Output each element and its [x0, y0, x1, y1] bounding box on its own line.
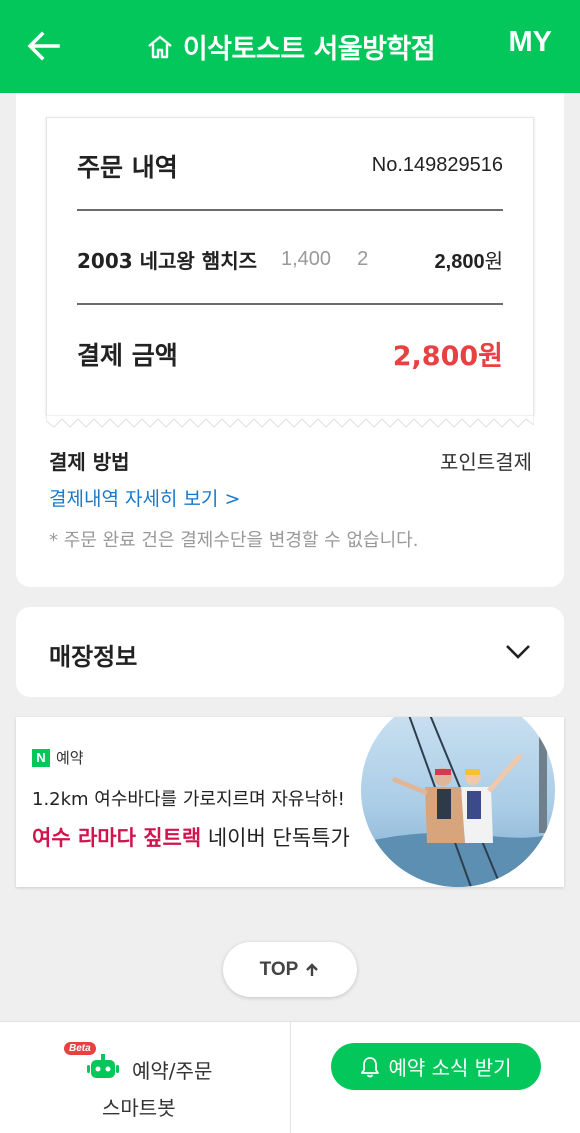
item-quantity: 2 [357, 247, 369, 270]
item-amount-value: 2,800 [434, 250, 485, 273]
scroll-top-label: TOP [259, 958, 299, 980]
ad-subheadline: 여수 라마다 짚트랙 네이버 단독특가 [32, 822, 350, 852]
payment-method-value: 포인트결제 [440, 450, 532, 474]
store-name: 이삭토스트 서울방학점 [182, 34, 436, 65]
home-icon [148, 35, 172, 58]
order-number: No.149829516 [371, 154, 503, 176]
scroll-top-button[interactable]: TOP [223, 942, 357, 997]
ad-badge-label: 예약 [56, 749, 84, 767]
divider [77, 303, 503, 305]
total-label: 결제 금액 [77, 341, 178, 370]
page-title: 이삭토스트 서울방학점 [0, 0, 580, 93]
bell-icon [361, 1056, 380, 1077]
app-header: 이삭토스트 서울방학점 MY [0, 0, 580, 93]
divider [77, 209, 503, 211]
item-amount-currency: 원 [484, 248, 503, 273]
ad-headline: 1.2km 여수바다를 가로지르며 자유낙하! [32, 789, 345, 810]
ad-highlight: 여수 라마다 짚트랙 [32, 826, 202, 850]
ad-badge: N 예약 [32, 747, 84, 768]
chevron-down-icon [506, 645, 530, 659]
receipt: 주문 내역 No.149829516 2003 네고왕 햄치즈 1,400 2 … [46, 117, 534, 428]
order-item-row: 2003 네고왕 햄치즈 1,400 2 2,800원 [77, 244, 503, 274]
reservation-notify-button[interactable]: 예약 소식 받기 [331, 1043, 541, 1090]
payment-note: * 주문 완료 건은 결제수단을 변경할 수 없습니다. [49, 530, 419, 551]
item-amount: 2,800원 [435, 245, 503, 274]
ad-highlight-rest: 네이버 단독특가 [201, 826, 350, 850]
payment-detail-link[interactable]: 결제내역 자세히 보기 > [49, 484, 240, 511]
footer-divider [290, 1022, 291, 1133]
notify-label: 예약 소식 받기 [388, 1056, 512, 1080]
total-amount: 2,800원 [392, 341, 503, 372]
arrow-up-icon [306, 962, 319, 976]
bottom-bar: Beta 예약/주문 스마트봇 예약 소식 받기 [0, 1021, 580, 1133]
store-info-title: 매장정보 [49, 643, 138, 671]
item-name: 2003 네고왕 햄치즈 [77, 248, 257, 273]
receipt-zigzag-edge [46, 415, 534, 428]
my-button[interactable]: MY [509, 26, 553, 59]
store-info-accordion[interactable]: 매장정보 [16, 607, 564, 697]
smart-bot-label-2[interactable]: 스마트봇 [102, 1092, 176, 1121]
smart-bot-label-1[interactable]: 예약/주문 [132, 1055, 212, 1084]
item-unit-price: 1,400 [281, 247, 332, 270]
ad-photo [361, 717, 555, 887]
ad-banner[interactable]: N 예약 1.2km 여수바다를 가로지르며 자유낙하! 여수 라마다 짚트랙 … [16, 717, 564, 887]
smart-bot-icon[interactable] [86, 1050, 120, 1084]
receipt-title: 주문 내역 [77, 153, 178, 182]
naver-logo-icon: N [32, 748, 50, 767]
payment-method-label: 결제 방법 [49, 450, 130, 474]
